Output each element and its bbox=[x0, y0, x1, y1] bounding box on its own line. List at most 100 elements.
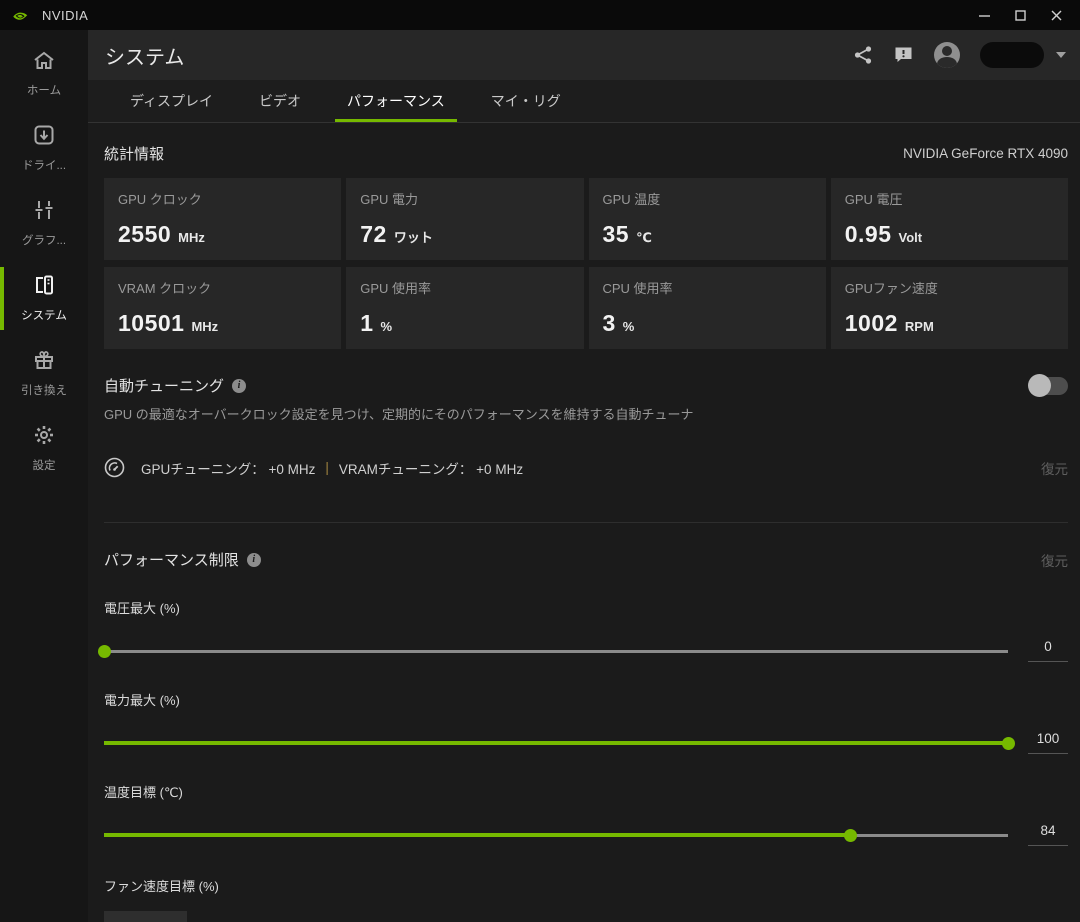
sidebar: ホーム ドライ... グラフ... システム bbox=[0, 30, 88, 922]
stat-unit: ℃ bbox=[636, 230, 652, 246]
sidebar-item-label: ホーム bbox=[27, 82, 61, 98]
feedback-icon[interactable] bbox=[893, 45, 914, 65]
stat-card-cpu-usage: CPU 使用率 3% bbox=[589, 267, 826, 349]
auto-tuning-restore-button[interactable]: 復元 bbox=[1041, 458, 1068, 478]
power-max-label: 電力最大 (%) bbox=[104, 690, 1068, 709]
performance-limits-restore-button[interactable]: 復元 bbox=[1041, 550, 1068, 570]
stat-card-vram-clock: VRAM クロック 10501MHz bbox=[104, 267, 341, 349]
stat-value: 1002 bbox=[845, 310, 898, 337]
stat-unit: RPM bbox=[905, 319, 934, 334]
performance-limits-section: パフォーマンス制限 i 復元 電圧最大 (%) bbox=[104, 549, 1068, 922]
stat-card-gpu-fan-speed: GPUファン速度 1002RPM bbox=[831, 267, 1068, 349]
sidebar-item-redeem[interactable]: 引き換え bbox=[0, 336, 88, 411]
stat-card-gpu-clock: GPU クロック 2550MHz bbox=[104, 178, 341, 260]
performance-limits-title: パフォーマンス制限 bbox=[104, 549, 239, 570]
slider-fill bbox=[104, 741, 1008, 745]
stat-unit: MHz bbox=[191, 319, 218, 334]
auto-tuning-toggle[interactable] bbox=[1030, 377, 1068, 395]
stat-unit: ワット bbox=[394, 227, 433, 246]
temp-target-group: 温度目標 (℃) 84 bbox=[104, 782, 1068, 846]
page-header: システム bbox=[88, 30, 1080, 80]
tab-performance[interactable]: パフォーマンス bbox=[335, 80, 457, 122]
info-icon[interactable]: i bbox=[247, 553, 261, 567]
settings-gear-icon bbox=[33, 424, 55, 451]
stats-cards-grid: GPU クロック 2550MHz GPU 電力 72ワット GPU 温度 35℃… bbox=[104, 178, 1068, 349]
slider-thumb[interactable] bbox=[844, 829, 857, 842]
app-title: NVIDIA bbox=[42, 8, 88, 23]
stat-value: 2550 bbox=[118, 221, 171, 248]
gpu-tuning-status: GPUチューニング： +0 MHz bbox=[141, 458, 315, 478]
auto-tuning-description: GPU の最適なオーバークロック設定を見つけ、定期的にそのパフォーマンスを維持す… bbox=[104, 404, 1068, 423]
info-icon[interactable]: i bbox=[232, 379, 246, 393]
graphics-sliders-icon bbox=[33, 199, 55, 226]
maximize-button[interactable] bbox=[1006, 3, 1034, 27]
sidebar-item-label: ドライ... bbox=[22, 157, 66, 173]
nvidia-app-window: NVIDIA ホーム bbox=[0, 0, 1080, 922]
stat-value: 72 bbox=[360, 221, 387, 248]
stat-unit: Volt bbox=[899, 230, 923, 245]
power-max-value[interactable]: 100 bbox=[1028, 731, 1068, 754]
sidebar-item-label: システム bbox=[21, 307, 67, 323]
slider-thumb[interactable] bbox=[98, 645, 111, 658]
stat-value: 35 bbox=[603, 221, 630, 248]
sidebar-item-graphics[interactable]: グラフ... bbox=[0, 186, 88, 261]
sidebar-item-system[interactable]: システム bbox=[0, 261, 88, 336]
voltage-max-slider[interactable] bbox=[104, 644, 1008, 658]
slider-fill bbox=[104, 833, 850, 837]
fan-speed-dropdown[interactable]: 自動 bbox=[104, 911, 187, 922]
sidebar-item-settings[interactable]: 設定 bbox=[0, 411, 88, 486]
voltage-max-group: 電圧最大 (%) 0 bbox=[104, 598, 1068, 662]
account-dropdown-caret-icon[interactable] bbox=[1056, 52, 1066, 58]
system-icon bbox=[33, 274, 55, 301]
stat-unit: % bbox=[381, 319, 393, 334]
sidebar-item-label: 設定 bbox=[33, 457, 56, 473]
stats-section-title: 統計情報 bbox=[104, 143, 164, 164]
stat-card-gpu-usage: GPU 使用率 1% bbox=[346, 267, 583, 349]
vram-tuning-status: VRAMチューニング： +0 MHz bbox=[339, 458, 523, 478]
page-title: システム bbox=[105, 41, 184, 70]
minimize-button[interactable] bbox=[970, 3, 998, 27]
auto-tuning-section: 自動チューニング i GPU の最適なオーバークロック設定を見つけ、定期的にその… bbox=[104, 375, 1068, 478]
slider-track bbox=[104, 650, 1008, 653]
stat-value: 3 bbox=[603, 310, 616, 337]
driver-download-icon bbox=[33, 124, 55, 151]
nvidia-logo-icon bbox=[12, 8, 32, 22]
stat-card-gpu-power: GPU 電力 72ワット bbox=[346, 178, 583, 260]
status-separator: | bbox=[325, 460, 329, 475]
tab-bar: ディスプレイ ビデオ パフォーマンス マイ・リグ bbox=[88, 80, 1080, 123]
tab-my-rig[interactable]: マイ・リグ bbox=[479, 80, 573, 122]
share-icon[interactable] bbox=[853, 45, 873, 65]
sidebar-item-drivers[interactable]: ドライ... bbox=[0, 111, 88, 186]
auto-tuning-title: 自動チューニング bbox=[104, 375, 224, 396]
temp-target-value[interactable]: 84 bbox=[1028, 823, 1068, 846]
stat-card-gpu-voltage: GPU 電圧 0.95Volt bbox=[831, 178, 1068, 260]
sidebar-item-home[interactable]: ホーム bbox=[0, 38, 88, 111]
temp-target-label: 温度目標 (℃) bbox=[104, 782, 1068, 801]
close-button[interactable] bbox=[1042, 3, 1070, 27]
power-max-group: 電力最大 (%) 100 bbox=[104, 690, 1068, 754]
power-max-slider[interactable] bbox=[104, 736, 1008, 750]
sidebar-item-label: グラフ... bbox=[22, 232, 66, 248]
tab-display[interactable]: ディスプレイ bbox=[118, 80, 225, 122]
tab-video[interactable]: ビデオ bbox=[247, 80, 313, 122]
stat-value: 1 bbox=[360, 310, 373, 337]
title-bar: NVIDIA bbox=[0, 0, 1080, 30]
sidebar-item-label: 引き換え bbox=[21, 382, 67, 398]
stat-card-gpu-temp: GPU 温度 35℃ bbox=[589, 178, 826, 260]
performance-panel: 統計情報 NVIDIA GeForce RTX 4090 GPU クロック 25… bbox=[88, 123, 1080, 922]
account-name-redacted[interactable] bbox=[980, 42, 1044, 68]
gpu-name: NVIDIA GeForce RTX 4090 bbox=[903, 146, 1068, 161]
home-icon bbox=[33, 51, 55, 76]
voltage-max-value[interactable]: 0 bbox=[1028, 639, 1068, 662]
temp-target-slider[interactable] bbox=[104, 828, 1008, 842]
stat-value: 0.95 bbox=[845, 221, 892, 248]
stat-unit: % bbox=[623, 319, 635, 334]
gauge-icon bbox=[104, 457, 125, 478]
stat-unit: MHz bbox=[178, 230, 205, 245]
avatar-icon[interactable] bbox=[934, 42, 960, 68]
section-divider bbox=[104, 522, 1068, 523]
toggle-knob bbox=[1028, 374, 1051, 397]
slider-thumb[interactable] bbox=[1002, 737, 1015, 750]
fan-speed-target-label: ファン速度目標 (%) bbox=[104, 876, 1068, 895]
redeem-gift-icon bbox=[33, 349, 55, 376]
